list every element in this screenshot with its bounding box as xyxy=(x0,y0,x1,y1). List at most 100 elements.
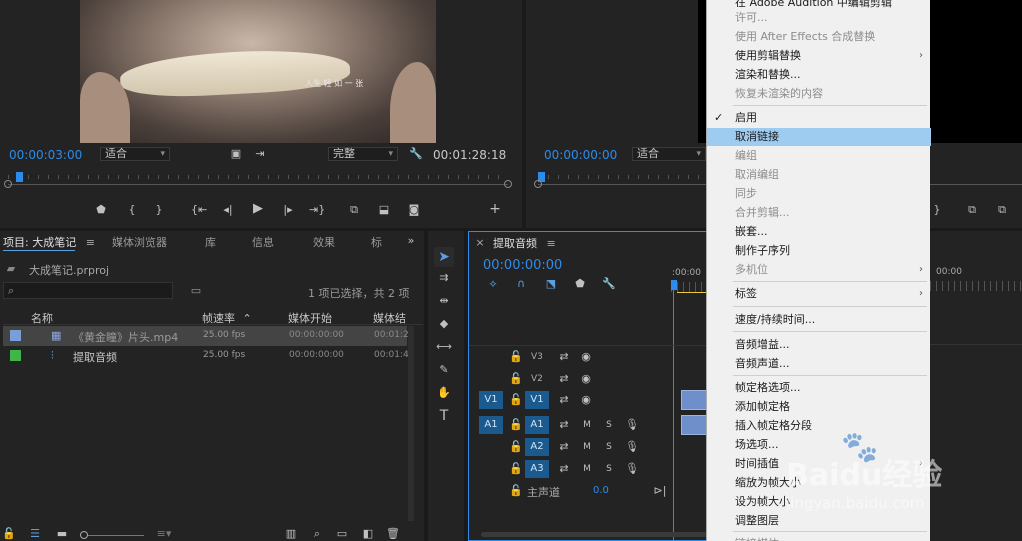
menu-item[interactable]: 插入帧定格分段 xyxy=(707,417,931,435)
track-select-tool-icon[interactable]: ⇉ xyxy=(434,271,454,285)
menu-item[interactable]: 渲染和替换... xyxy=(707,66,931,84)
menu-item[interactable]: 速度/持续时间... xyxy=(707,311,931,329)
source-out-handle[interactable] xyxy=(504,180,512,188)
col-media-start[interactable]: 媒体开始 xyxy=(288,310,332,326)
timeline-playhead[interactable] xyxy=(671,280,677,290)
mark-in-icon[interactable]: { xyxy=(126,203,138,217)
menu-item[interactable]: 使用 After Effects 合成替换 xyxy=(707,28,931,46)
program-go-to-out-icon[interactable]: } xyxy=(930,203,944,217)
go-to-in-icon[interactable]: {⇤ xyxy=(191,203,207,217)
tab-libraries[interactable]: 库 xyxy=(205,234,216,250)
sync-lock-icon[interactable]: ⇄ xyxy=(557,393,571,407)
menu-item[interactable]: 许可... xyxy=(707,9,931,27)
menu-item[interactable]: 嵌套... xyxy=(707,223,931,241)
track-target-v1[interactable]: V1 xyxy=(525,391,549,409)
program-lift-icon[interactable]: ⧉ xyxy=(963,203,981,217)
tab-media-browser[interactable]: 媒体浏览器 xyxy=(112,234,167,250)
menu-item[interactable]: ✓ 启用 xyxy=(707,109,931,127)
panel-menu-icon[interactable]: ≡ xyxy=(86,236,95,249)
menu-item[interactable]: 音频增益... xyxy=(707,336,931,354)
source-timecode[interactable]: 00:00:03:00 xyxy=(9,148,82,162)
insert-icon[interactable]: ⧉ xyxy=(345,203,363,217)
program-in-handle[interactable] xyxy=(534,180,542,188)
tab-sequence[interactable]: 提取音频 ≡ xyxy=(493,235,556,251)
menu-item[interactable]: 合并剪辑... xyxy=(707,204,931,222)
settings-arrows-icon[interactable]: ⇥ xyxy=(252,147,268,161)
add-marker-icon-timeline[interactable]: ⬟ xyxy=(573,277,587,291)
source-patch-v1[interactable]: V1 xyxy=(479,391,503,409)
slip-tool-icon[interactable]: ⟷ xyxy=(434,340,454,354)
search-input[interactable]: ⌕ xyxy=(3,282,173,299)
sequence-menu-icon[interactable]: ≡ xyxy=(547,237,556,250)
source-quality-dropdown[interactable]: 完整 xyxy=(328,147,398,161)
source-time-ruler[interactable] xyxy=(4,170,512,188)
track-target-a1[interactable]: A1 xyxy=(525,416,549,434)
sequence-timecode[interactable]: 00:00:00:00 xyxy=(483,258,562,273)
source-playhead[interactable] xyxy=(16,172,23,182)
list-view-icon[interactable]: ☰ xyxy=(27,527,43,541)
icon-view-icon[interactable]: ▬ xyxy=(55,527,69,541)
insert-overwrite-toggle-icon[interactable]: ⟡ xyxy=(485,277,501,291)
lock-track-icon[interactable]: 🔓 xyxy=(509,440,523,454)
new-search-bin-icon[interactable]: ▭ xyxy=(188,284,204,298)
program-timecode[interactable]: 00:00:00:00 xyxy=(544,148,617,162)
pen-tool-icon[interactable]: ✎ xyxy=(434,363,454,377)
export-frame-icon[interactable]: ▣ xyxy=(229,147,243,161)
audio-clip[interactable] xyxy=(681,415,707,435)
label-color-swatch[interactable] xyxy=(10,350,21,361)
source-patch-a1[interactable]: A1 xyxy=(479,416,503,434)
col-name[interactable]: 名称 xyxy=(31,310,53,326)
export-frame-icon-2[interactable]: ◙ xyxy=(406,203,422,217)
mute-button[interactable]: M xyxy=(581,440,593,454)
add-marker-icon[interactable]: ⬟ xyxy=(94,203,108,217)
track-target-a2[interactable]: A2 xyxy=(525,438,549,456)
col-fps[interactable]: 帧速率 ⌃ xyxy=(202,310,252,326)
lock-track-icon[interactable]: 🔓 xyxy=(509,418,523,432)
label-color-swatch[interactable] xyxy=(10,330,21,341)
menu-item[interactable]: 多机位 › xyxy=(707,261,931,279)
menu-item[interactable]: 制作子序列 xyxy=(707,242,931,260)
source-fit-dropdown[interactable]: 适合 xyxy=(100,147,170,161)
add-button-icon[interactable]: + xyxy=(488,202,502,216)
find-icon[interactable]: ⌕ xyxy=(310,527,324,541)
razor-tool-icon[interactable]: ◆ xyxy=(434,317,454,331)
tab-markers[interactable]: 标 xyxy=(371,234,382,250)
mark-out-icon[interactable]: } xyxy=(153,203,165,217)
sync-lock-icon[interactable]: ⇄ xyxy=(557,372,571,386)
microphone-icon[interactable]: 🎙 xyxy=(625,462,639,476)
menu-item[interactable]: 帧定格选项... xyxy=(707,379,931,397)
solo-button[interactable]: S xyxy=(603,418,615,432)
program-time-ruler[interactable] xyxy=(534,170,706,188)
mute-button[interactable]: M xyxy=(581,462,593,476)
menu-item[interactable]: 编组 xyxy=(707,147,931,165)
video-clip[interactable] xyxy=(681,390,707,410)
new-bin-icon[interactable]: ▭ xyxy=(335,527,349,541)
ripple-edit-tool-icon[interactable]: ⇹ xyxy=(434,294,454,308)
more-tabs-icon[interactable]: » xyxy=(404,234,418,248)
step-back-icon[interactable]: ◂| xyxy=(221,203,235,217)
microphone-icon[interactable]: 🎙 xyxy=(625,440,639,454)
menu-item[interactable]: 恢复未渲染的内容 xyxy=(707,85,931,103)
lock-track-icon[interactable]: 🔓 xyxy=(509,462,523,476)
lock-track-icon[interactable]: 🔓 xyxy=(509,484,523,498)
timeline-settings-icon[interactable]: 🔧 xyxy=(601,277,617,291)
trash-icon[interactable]: 🗑 xyxy=(386,527,400,541)
track-target-a3[interactable]: A3 xyxy=(525,460,549,478)
lock-track-icon[interactable]: 🔓 xyxy=(509,372,523,386)
selection-tool-icon[interactable]: ➤ xyxy=(434,247,454,267)
solo-button[interactable]: S xyxy=(603,462,615,476)
eye-icon[interactable]: ◉ xyxy=(579,350,593,364)
hand-tool-icon[interactable]: ✋ xyxy=(434,386,454,400)
sort-icon[interactable]: ≡▾ xyxy=(156,527,172,541)
linked-selection-icon[interactable]: ⬔ xyxy=(543,277,559,291)
wrench-icon[interactable]: 🔧 xyxy=(408,147,424,161)
mute-button[interactable]: M xyxy=(581,418,593,432)
menu-item[interactable]: 链接媒体... xyxy=(707,535,931,541)
close-tab-icon[interactable]: × xyxy=(475,236,485,250)
sync-lock-icon[interactable]: ⇄ xyxy=(557,418,571,432)
step-forward-icon[interactable]: |▸ xyxy=(281,203,295,217)
sync-lock-icon[interactable]: ⇄ xyxy=(557,462,571,476)
program-fit-dropdown[interactable]: 适合 xyxy=(632,147,706,161)
microphone-icon[interactable]: 🎙 xyxy=(625,418,639,432)
zoom-slider-knob[interactable] xyxy=(80,531,88,539)
